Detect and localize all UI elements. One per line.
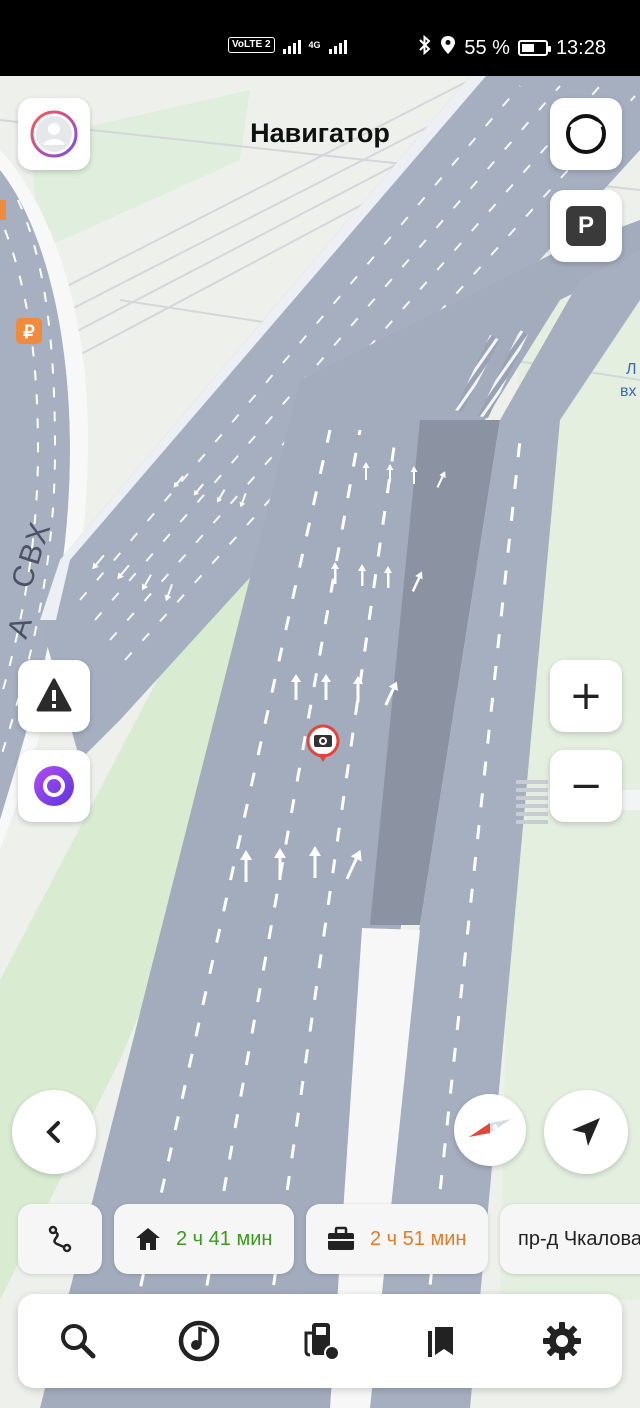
zoom-in-button[interactable]: + [550,660,622,732]
bottom-navigation [18,1294,622,1388]
warning-icon [36,678,72,712]
my-location-button[interactable] [544,1090,628,1174]
fuel-station-icon [304,1323,340,1361]
place-chip[interactable]: пр-д Чкалова [500,1204,640,1274]
battery-percent: 55 % [464,36,510,59]
voice-assistant-button[interactable] [18,750,90,822]
parking-button[interactable]: P [550,190,622,262]
status-bar: VoLTE 2 4G 55 % 13:28 [0,0,640,76]
search-button[interactable] [38,1301,118,1381]
music-button[interactable] [159,1301,239,1381]
route-icon [48,1225,72,1253]
svg-text:₽: ₽ [23,322,35,342]
route-button[interactable] [18,1204,102,1274]
home-time: 2 ч 41 мин [176,1227,273,1250]
battery-icon [517,40,551,56]
volte-badge: VoLTE 2 [228,37,275,53]
clock: 13:28 [555,36,606,59]
work-route-chip[interactable]: 2 ч 51 мин [306,1204,488,1274]
poi-label-2: вх [620,383,637,400]
bluetooth-icon [418,34,432,61]
status-left: VoLTE 2 4G [228,36,347,54]
search-icon [61,1324,96,1359]
location-arrow-icon [572,1118,600,1146]
place-label: пр-д Чкалова [518,1227,640,1250]
settings-icon [542,1322,581,1360]
fuel-button[interactable] [280,1301,360,1381]
signal-icon-2 [328,36,347,54]
compass-button[interactable] [454,1094,526,1166]
music-icon [178,1320,220,1362]
parking-icon: P [566,206,606,246]
signal-icon [282,36,301,54]
minus-icon: − [569,763,603,809]
bookmarks-icon [427,1327,453,1357]
status-right: 55 % 13:28 [418,34,606,61]
home-route-chip[interactable]: 2 ч 41 мин [114,1204,294,1274]
profile-button[interactable] [18,98,90,170]
settings-button[interactable] [522,1301,602,1381]
network-type: 4G [308,39,321,50]
zoom-out-button[interactable]: − [550,750,622,822]
briefcase-icon [328,1226,354,1250]
circle-logo-icon [566,114,606,154]
chevron-left-icon [46,1121,60,1143]
back-button[interactable] [12,1090,96,1174]
alice-assistant-button[interactable] [550,98,622,170]
compass-icon [469,1119,511,1137]
poi-label-1: Л [626,361,637,378]
bookmarks-button[interactable] [401,1301,481,1381]
report-incident-button[interactable] [18,660,90,732]
home-icon [136,1228,160,1250]
location-icon [440,35,456,61]
page-title: Навигатор [250,118,390,148]
work-time: 2 ч 51 мин [370,1227,467,1250]
ruble-marker-icon[interactable]: ₽ [16,318,42,344]
avatar-icon [30,110,78,158]
plus-icon: + [569,673,603,719]
alice-icon [34,766,74,806]
